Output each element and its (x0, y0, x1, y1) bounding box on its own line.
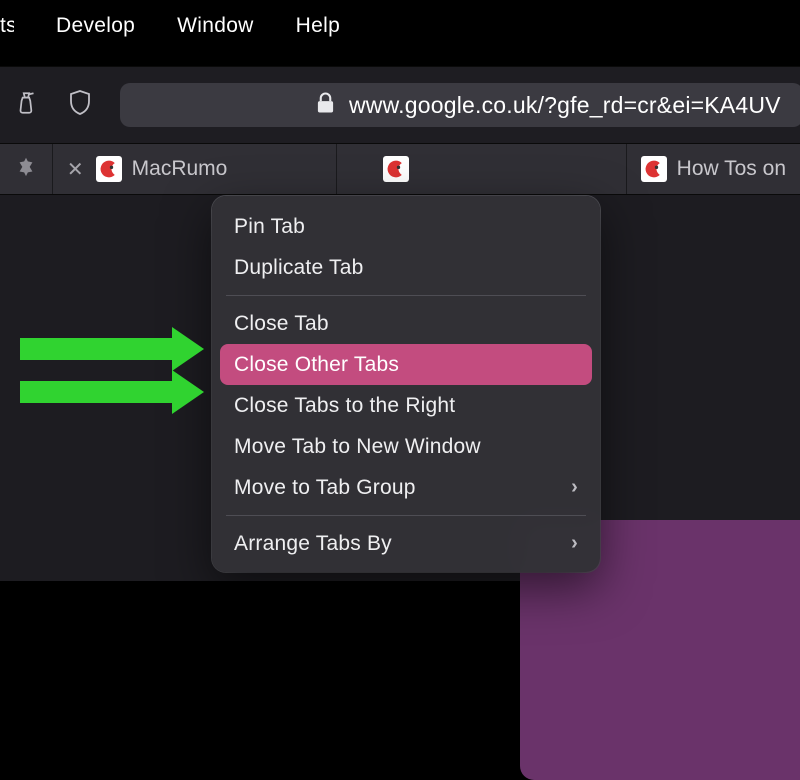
favicon-macrumors (96, 156, 122, 182)
ctx-move-to-new-window[interactable]: Move Tab to New Window (220, 426, 592, 467)
menu-separator (226, 515, 586, 516)
menu-item-partial[interactable]: ts (0, 14, 14, 38)
shield-icon[interactable] (68, 89, 92, 122)
tab-pinned[interactable] (0, 144, 53, 194)
menu-item-help[interactable]: Help (296, 14, 340, 38)
url-pill[interactable]: www.google.co.uk/?gfe_rd=cr&ei=KA4UV (120, 83, 800, 127)
tab-strip: ✕ MacRumo How Tos on (0, 143, 800, 195)
ctx-pin-tab[interactable]: Pin Tab (220, 206, 592, 247)
menu-item-develop[interactable]: Develop (56, 14, 135, 38)
url-text: www.google.co.uk/?gfe_rd=cr&ei=KA4UV (349, 92, 781, 119)
tab-3[interactable]: How Tos on (627, 144, 800, 194)
tab-context-menu: Pin Tab Duplicate Tab Close Tab Close Ot… (212, 196, 600, 572)
system-menubar: ts Develop Window Help (0, 0, 800, 52)
close-icon[interactable]: ✕ (67, 157, 86, 182)
ctx-close-other-tabs[interactable]: Close Other Tabs (220, 344, 592, 385)
menu-item-window[interactable]: Window (177, 14, 254, 38)
annotation-arrow-top (20, 338, 204, 360)
tab-1-title: MacRumo (132, 157, 228, 181)
ctx-arrange-tabs-by[interactable]: Arrange Tabs By › (220, 523, 592, 564)
favicon (641, 156, 667, 182)
ctx-duplicate-tab[interactable]: Duplicate Tab (220, 247, 592, 288)
ctx-close-tabs-right[interactable]: Close Tabs to the Right (220, 385, 592, 426)
url-bar-region: www.google.co.uk/?gfe_rd=cr&ei=KA4UV (120, 83, 800, 127)
annotation-arrow-bottom (20, 381, 204, 403)
favicon (383, 156, 409, 182)
chevron-right-icon: › (571, 476, 578, 499)
pinned-favicon (15, 155, 37, 183)
browser-toolbar: www.google.co.uk/?gfe_rd=cr&ei=KA4UV (0, 67, 800, 143)
tab-3-title: How Tos on (677, 157, 786, 181)
tab-1[interactable]: ✕ MacRumo (53, 144, 337, 194)
ctx-close-tab[interactable]: Close Tab (220, 303, 592, 344)
ctx-move-to-tab-group[interactable]: Move to Tab Group › (220, 467, 592, 508)
tab-2[interactable] (337, 144, 626, 194)
chevron-right-icon: › (571, 532, 578, 555)
menu-separator (226, 295, 586, 296)
spray-bottle-icon[interactable] (14, 90, 40, 121)
lock-icon (316, 91, 335, 120)
